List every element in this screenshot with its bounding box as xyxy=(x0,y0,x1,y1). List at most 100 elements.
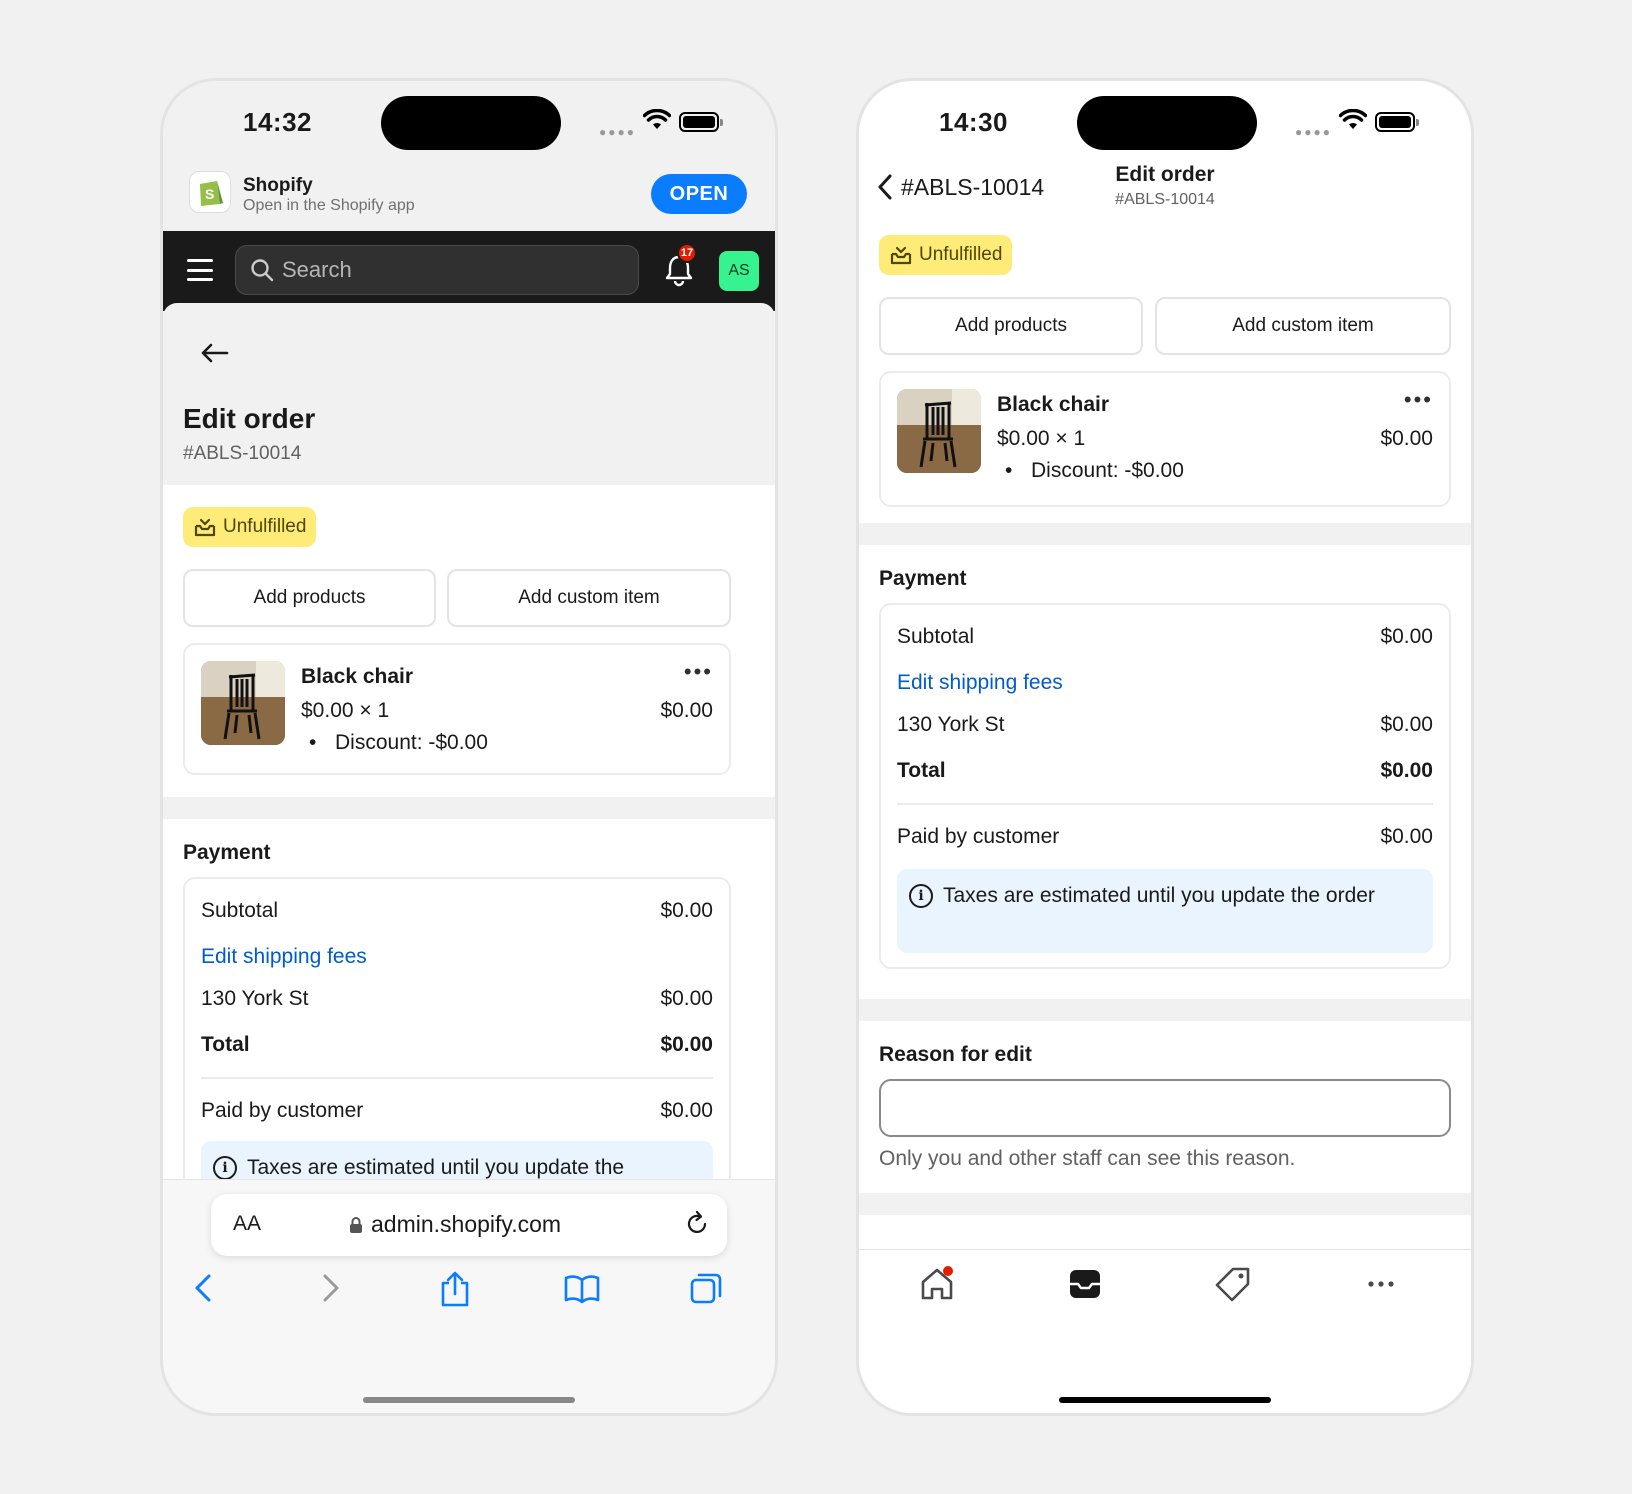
subtotal-value: $0.00 xyxy=(1380,625,1433,648)
total-row: Total $0.00 xyxy=(897,759,1433,783)
payment-divider xyxy=(897,803,1433,805)
info-icon: i xyxy=(213,1156,237,1179)
subtotal-value: $0.00 xyxy=(660,899,713,922)
section-gap xyxy=(859,1193,1471,1215)
shipping-label: 130 York St xyxy=(897,713,1005,736)
payment-divider xyxy=(201,1077,713,1079)
payment-title: Payment xyxy=(879,567,967,590)
back-arrow-icon[interactable] xyxy=(199,341,231,365)
info-icon: i xyxy=(909,884,933,908)
status-badge: Unfulfilled xyxy=(879,235,1013,275)
phone-app-view: 14:30 ●●●● #ABLS-10014 Edit order #ABLS-… xyxy=(856,78,1474,1416)
order-items-section: Unfulfilled Add products Add custom item… xyxy=(859,229,1471,523)
status-bar: 14:30 ●●●● xyxy=(859,81,1471,165)
dynamic-island xyxy=(381,96,561,150)
address-bar[interactable]: AA admin.shopify.com xyxy=(211,1194,727,1256)
paid-label: Paid by customer xyxy=(897,825,1060,848)
paid-value: $0.00 xyxy=(660,1099,713,1122)
bookmarks-icon[interactable] xyxy=(563,1270,601,1311)
section-gap xyxy=(859,523,1471,545)
paid-value: $0.00 xyxy=(1380,825,1433,848)
home-icon[interactable] xyxy=(915,1262,959,1306)
section-gap xyxy=(859,999,1471,1021)
battery-icon xyxy=(1375,112,1419,132)
hamburger-menu-icon[interactable] xyxy=(187,259,213,281)
shipping-label: 130 York St xyxy=(201,987,309,1010)
products-icon[interactable] xyxy=(1211,1262,1255,1306)
shipping-value: $0.00 xyxy=(660,987,713,1010)
tax-note-text: Taxes are estimated until you update the… xyxy=(943,884,1375,907)
reason-title: Reason for edit xyxy=(879,1043,1032,1066)
search-input[interactable]: Search xyxy=(235,245,639,295)
browser-back-icon[interactable] xyxy=(191,1270,215,1311)
status-time: 14:30 xyxy=(939,107,1008,137)
total-row: Total $0.00 xyxy=(201,1033,713,1057)
reason-section: Reason for edit Only you and other staff… xyxy=(859,1021,1471,1193)
line-item-card: Black chair $0.00 × 1 Discount: -$0.00 $… xyxy=(879,371,1451,507)
url-display[interactable]: admin.shopify.com xyxy=(349,1211,561,1238)
order-items-section: Unfulfilled Add products Add custom item… xyxy=(163,485,775,797)
add-products-button[interactable]: Add products xyxy=(879,297,1143,355)
tax-note-text: Taxes are estimated until you update the xyxy=(247,1156,625,1179)
tax-info-banner: i Taxes are estimated until you update t… xyxy=(201,1141,713,1179)
subtotal-label: Subtotal xyxy=(897,625,975,648)
item-discount-text: Discount: -$0.00 xyxy=(1031,459,1184,482)
unfulfilled-icon xyxy=(890,246,912,265)
tax-info-banner: i Taxes are estimated until you update t… xyxy=(897,869,1433,953)
shipping-value: $0.00 xyxy=(1380,713,1433,736)
item-total: $0.00 xyxy=(660,699,713,722)
item-name: Black chair xyxy=(997,393,1110,416)
wifi-icon xyxy=(643,109,671,129)
signal-dots-icon: ●●●● xyxy=(599,125,636,139)
total-label: Total xyxy=(201,1033,250,1056)
total-value: $0.00 xyxy=(1380,759,1433,782)
paid-row: Paid by customer $0.00 xyxy=(201,1099,713,1123)
order-number: #ABLS-10014 xyxy=(183,443,302,464)
banner-subtitle: Open in the Shopify app xyxy=(243,197,415,214)
phone-browser-view: 14:32 ●●●● S Shopify Open in the Shopify… xyxy=(160,78,778,1416)
orders-icon[interactable] xyxy=(1063,1262,1107,1306)
add-products-button[interactable]: Add products xyxy=(183,569,436,627)
more-icon[interactable] xyxy=(1359,1262,1403,1306)
item-discount: Discount: -$0.00 xyxy=(1005,459,1184,483)
reason-helper-text: Only you and other staff can see this re… xyxy=(879,1147,1296,1170)
svg-text:S: S xyxy=(205,186,214,202)
edit-shipping-link[interactable]: Edit shipping fees xyxy=(897,671,1063,695)
paid-row: Paid by customer $0.00 xyxy=(897,825,1433,849)
unfulfilled-icon xyxy=(194,518,216,537)
status-time: 14:32 xyxy=(243,107,312,137)
item-name: Black chair xyxy=(301,665,414,688)
open-app-button[interactable]: OPEN xyxy=(651,174,747,214)
subtotal-row: Subtotal $0.00 xyxy=(201,899,713,923)
browser-nav xyxy=(163,1270,775,1314)
home-indicator xyxy=(1059,1397,1271,1403)
product-thumbnail xyxy=(201,661,285,745)
share-icon[interactable] xyxy=(439,1270,471,1313)
lock-icon xyxy=(350,1216,362,1233)
payment-card: Subtotal $0.00 Edit shipping fees 130 Yor… xyxy=(879,603,1451,969)
item-total: $0.00 xyxy=(1380,427,1433,450)
payment-title: Payment xyxy=(183,841,271,864)
more-options-icon[interactable]: ••• xyxy=(1404,387,1433,413)
item-price-qty: $0.00 × 1 xyxy=(301,699,390,722)
line-item-card: Black chair $0.00 × 1 Discount: -$0.00 $… xyxy=(183,643,731,775)
item-discount-text: Discount: -$0.00 xyxy=(335,731,488,754)
page-title: Edit order xyxy=(183,403,316,434)
payment-section: Payment Subtotal $0.00 Edit shipping fees… xyxy=(859,545,1471,999)
reason-input[interactable] xyxy=(879,1079,1451,1137)
browser-forward-icon[interactable] xyxy=(319,1270,343,1311)
search-icon xyxy=(251,259,274,282)
item-price-qty: $0.00 × 1 xyxy=(997,427,1086,450)
search-placeholder: Search xyxy=(282,257,352,282)
reload-icon[interactable] xyxy=(683,1210,711,1238)
add-custom-item-button[interactable]: Add custom item xyxy=(1155,297,1451,355)
nav-header: #ABLS-10014 Edit order #ABLS-10014 xyxy=(859,159,1471,229)
tabs-icon[interactable] xyxy=(689,1270,725,1311)
add-custom-item-button[interactable]: Add custom item xyxy=(447,569,731,627)
edit-shipping-link[interactable]: Edit shipping fees xyxy=(201,945,367,969)
more-options-icon[interactable]: ••• xyxy=(684,659,713,685)
user-avatar[interactable]: AS xyxy=(719,251,759,291)
subtotal-row: Subtotal $0.00 xyxy=(897,625,1433,649)
bottom-tab-bar xyxy=(859,1249,1471,1413)
text-size-button[interactable]: AA xyxy=(233,1212,261,1236)
